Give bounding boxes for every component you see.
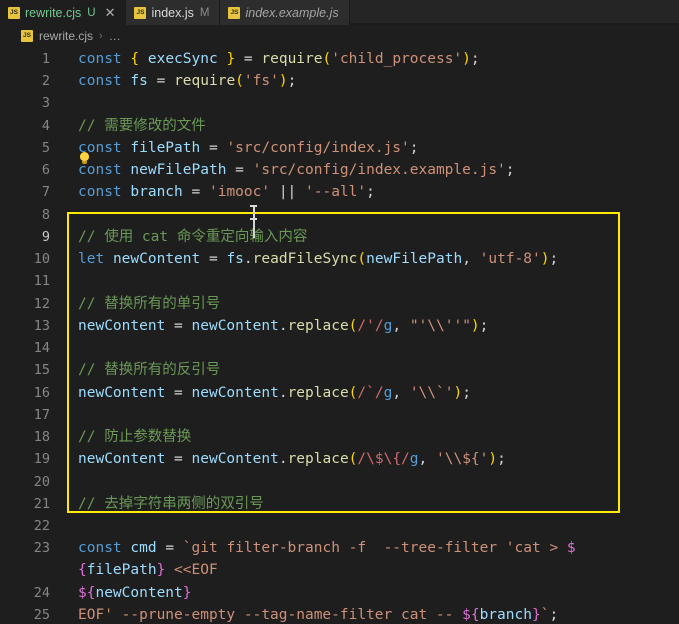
breadcrumb-overflow[interactable]: … <box>109 29 122 43</box>
code-editor-area[interactable]: 1 2 3 4 5 6 7 8 9 10 11 12 13 14 15 16 1… <box>0 47 679 624</box>
breadcrumb: JS rewrite.cjs › … <box>0 25 679 47</box>
lightbulb-glass <box>80 152 89 161</box>
code-line-7: const branch = 'imooc' || '--all'; <box>78 184 375 200</box>
line-number: 25 <box>33 607 50 623</box>
editor-tab-bar: JS rewrite.cjs U ✕ JS index.js M JS inde… <box>0 0 679 25</box>
code-line-13: newContent = newContent.replace(/'/g, "'… <box>78 318 489 334</box>
code-line-25: EOF' --prune-empty --tag-name-filter cat… <box>78 607 559 623</box>
line-number: 18 <box>33 429 50 445</box>
vscode-editor-window: JS rewrite.cjs U ✕ JS index.js M JS inde… <box>0 0 679 624</box>
close-icon[interactable]: ✕ <box>105 6 116 19</box>
line-number: 9 <box>41 229 50 245</box>
line-number: 20 <box>33 474 50 490</box>
line-number: 3 <box>41 95 50 111</box>
chevron-right-icon: › <box>99 30 103 42</box>
js-file-icon: JS <box>134 6 147 19</box>
js-file-icon: JS <box>8 6 20 19</box>
line-number: 13 <box>33 318 50 334</box>
tab-label: rewrite.cjs <box>25 5 82 20</box>
tab-rewrite-cjs[interactable]: JS rewrite.cjs U ✕ <box>0 0 127 25</box>
code-line-15: // 替换所有的反引号 <box>78 362 221 378</box>
mouse-ibeam-cursor <box>250 205 257 220</box>
code-line-1: const { execSync } = require('child_proc… <box>78 51 480 67</box>
lightbulb-base <box>82 160 87 164</box>
tab-label: index.js <box>151 5 194 20</box>
line-number: 11 <box>33 273 50 289</box>
code-line-12: // 替换所有的单引号 <box>78 296 221 312</box>
line-number: 19 <box>33 451 50 467</box>
code-line-18: // 防止参数替换 <box>78 429 192 445</box>
line-number: 24 <box>33 585 50 601</box>
code-line-6: const newFilePath = 'src/config/index.ex… <box>78 162 515 178</box>
line-number: 8 <box>41 207 50 223</box>
line-number: 16 <box>33 385 50 401</box>
ibeam-stem <box>253 205 255 220</box>
code-content[interactable]: const { execSync } = require('child_proc… <box>68 47 679 624</box>
code-line-21: // 去掉字符串两侧的双引号 <box>78 496 264 512</box>
tab-status-badge: M <box>199 6 210 19</box>
line-number: 7 <box>41 184 50 200</box>
code-line-9: // 使用 cat 命令重定向输入内容 <box>78 229 308 245</box>
line-number: 5 <box>41 140 50 156</box>
tab-index-example-js[interactable]: JS index.example.js <box>220 0 350 25</box>
breadcrumb-file[interactable]: rewrite.cjs <box>39 29 93 43</box>
js-file-icon: JS <box>21 30 33 42</box>
line-number: 1 <box>41 51 50 67</box>
code-line-10: let newContent = fs.readFileSync(newFile… <box>78 251 559 267</box>
line-number: 22 <box>33 518 50 534</box>
tab-bar-empty-space <box>349 0 679 24</box>
code-line-16: newContent = newContent.replace(/`/g, '\… <box>78 385 471 401</box>
line-number: 10 <box>33 251 50 267</box>
lightbulb-icon[interactable] <box>79 152 90 165</box>
code-line-23-wrap: {filePath} <<EOF <box>78 562 218 578</box>
code-line-19: newContent = newContent.replace(/\$\{/g,… <box>78 451 506 467</box>
js-file-icon: JS <box>228 6 241 19</box>
tab-label: index.example.js <box>245 5 339 20</box>
line-number-gutter: 1 2 3 4 5 6 7 8 9 10 11 12 13 14 15 16 1… <box>0 47 68 624</box>
line-number: 17 <box>33 407 50 423</box>
tab-index-js[interactable]: JS index.js M <box>126 0 221 25</box>
line-number: 12 <box>33 296 50 312</box>
line-number: 15 <box>33 362 50 378</box>
line-number: 21 <box>33 496 50 512</box>
line-number: 4 <box>41 118 50 134</box>
code-line-2: const fs = require('fs'); <box>78 73 297 89</box>
code-line-24: ${newContent} <box>78 585 192 601</box>
code-line-23: const cmd = `git filter-branch -f --tree… <box>78 540 576 556</box>
line-number: 14 <box>33 340 50 356</box>
code-line-5: const filePath = 'src/config/index.js'; <box>78 140 419 156</box>
text-cursor <box>253 219 255 238</box>
tab-status-badge: U <box>87 6 96 19</box>
line-number: 23 <box>33 540 50 556</box>
line-number: 2 <box>41 73 50 89</box>
code-line-4: // 需要修改的文件 <box>78 118 206 134</box>
line-number: 6 <box>41 162 50 178</box>
